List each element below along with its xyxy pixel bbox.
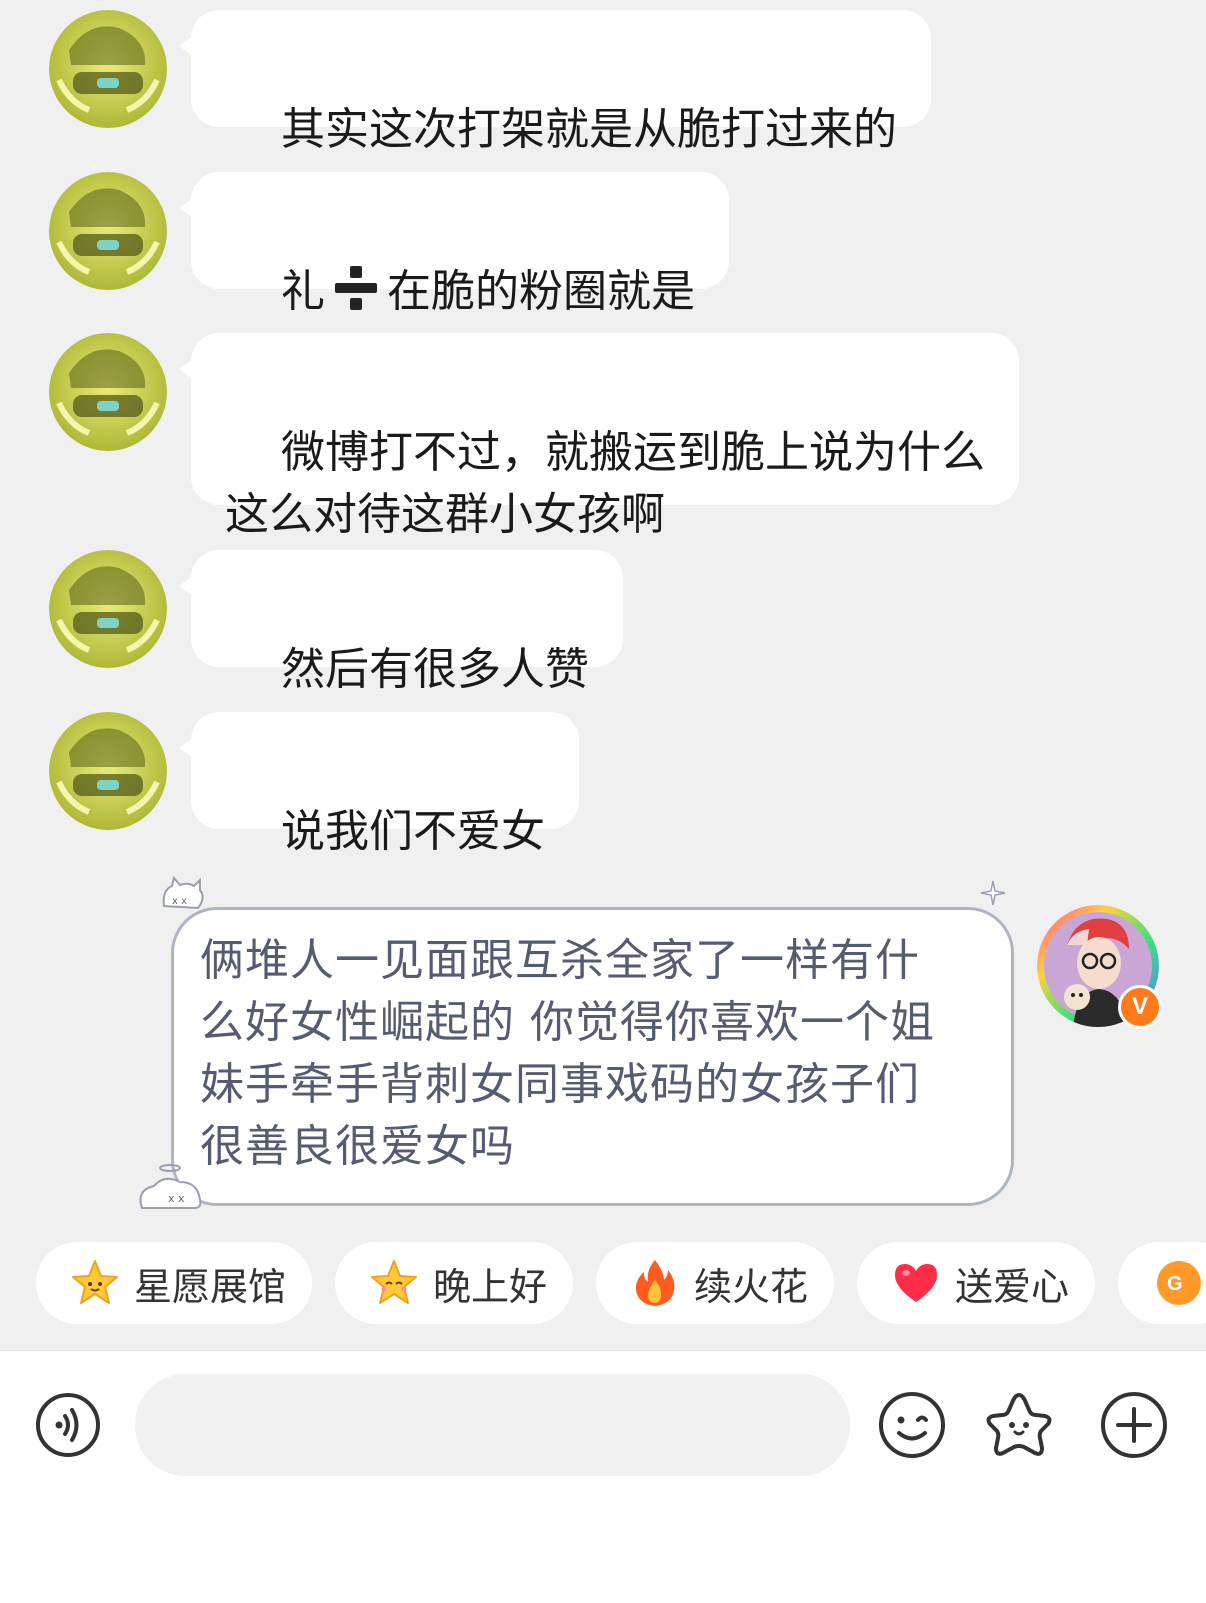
message-bubble[interactable]: 其实这次打架就是从脆打过来的 [179,10,931,155]
message-bubble[interactable]: 微博打不过，就搬运到脆上说为什么 这么对待这群小女孩啊 [179,333,1019,540]
gift-icon: G [1157,1261,1201,1305]
svg-text:x x: x x [168,1192,185,1205]
svg-text:x x: x x [172,896,187,907]
my-message-line: 俩堆人一见面跟互杀全家了一样有什 [200,935,920,986]
quick-action-spark[interactable]: 续火花 [596,1242,834,1324]
contact-avatar[interactable] [49,712,167,830]
message-text-start: 礼 [280,266,325,317]
input-toolbar [0,1350,1206,1603]
verified-badge: V [1118,985,1162,1029]
star-face-icon [371,1260,417,1304]
message-input[interactable] [135,1374,850,1476]
svg-text:G: G [1167,1273,1183,1295]
message-bubble[interactable]: 说我们不爱女 [179,712,579,857]
fire-icon [635,1260,675,1306]
message-text-end: 在脆的粉圈就是 [386,266,695,317]
message-text: 微博打不过，就搬运到脆上说为什么 这么对待这群小女孩啊 [225,427,985,540]
my-message-line: 很善良很爱女吗 [200,1121,515,1172]
contact-avatar[interactable] [49,550,167,668]
quick-actions-bar: 星愿展馆 晚上好 续火花 送爱心 G [0,1242,1206,1326]
ghost-sticker-icon: x x [139,1164,202,1209]
contact-avatar[interactable] [49,10,167,128]
message-text: 说我们不爱女 [280,806,545,857]
chat-area: 其实这次打架就是从脆打过来的 礼 在脆的粉圈就是 微博打不过，就搬运到脆上说为什么… [0,0,1206,1350]
contact-avatar[interactable] [49,333,167,451]
my-message-bubble[interactable]: 俩堆人一见面跟互杀全家了一样有什 么好女性崛起的 你觉得你喜欢一个姐 妹手牵手背… [171,907,1014,1206]
voice-icon[interactable] [35,1392,101,1458]
avatar-image [49,333,167,451]
avatar-image [49,172,167,290]
star-face-icon [72,1260,118,1304]
smiley-icon[interactable] [877,1390,947,1460]
quick-action-label: 送爱心 [955,1264,1070,1309]
quick-action-more[interactable]: G [1118,1242,1206,1324]
sparkle-icon [980,880,1006,906]
quick-action-good-evening[interactable]: 晚上好 [335,1242,573,1324]
message-text: 然后有很多人赞 [280,644,589,695]
message-bubble[interactable]: 礼 在脆的粉圈就是 [179,172,729,317]
division-sign-icon [333,266,379,310]
message-text: 其实这次打架就是从脆打过来的 [280,104,897,155]
my-message-line: 妹手牵手背刺女同事戏码的女孩子们 [200,1059,920,1110]
avatar-image [49,550,167,668]
heart-icon [895,1264,937,1302]
quick-action-label: 晚上好 [433,1264,548,1309]
avatar-image [49,712,167,830]
quick-action-label: 续火花 [694,1264,809,1309]
message-bubble[interactable]: 然后有很多人赞 [179,550,623,695]
star-sticker-icon[interactable] [984,1390,1054,1460]
contact-avatar[interactable] [49,172,167,290]
quick-action-send-heart[interactable]: 送爱心 [857,1242,1095,1324]
quick-action-star-gallery[interactable]: 星愿展馆 [36,1242,312,1324]
quick-action-label: 星愿展馆 [134,1264,287,1309]
plus-icon[interactable] [1099,1390,1169,1460]
avatar-image [49,10,167,128]
my-message-line: 么好女性崛起的 你觉得你喜欢一个姐 [200,997,935,1048]
